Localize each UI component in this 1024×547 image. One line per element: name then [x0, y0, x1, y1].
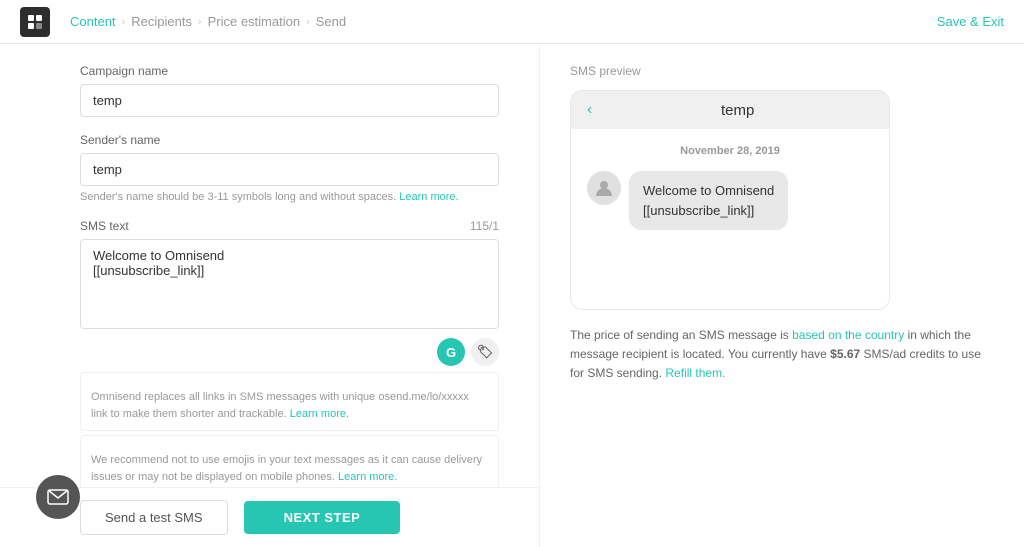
- chat-bubble: Welcome to Omnisend[[unsubscribe_link]]: [629, 171, 788, 230]
- sender-name-input[interactable]: [80, 153, 499, 186]
- sms-count: 115/1: [470, 219, 499, 233]
- sms-emoji-hint: We recommend not to use emojis in your t…: [91, 452, 488, 485]
- breadcrumb-send[interactable]: Send: [316, 14, 346, 29]
- preview-label: SMS preview: [570, 64, 994, 78]
- app-logo: [20, 7, 50, 37]
- credit-amount: $5.67: [830, 347, 860, 361]
- phone-header: ‹ temp: [571, 91, 889, 129]
- phone-back-icon: ‹: [587, 101, 592, 119]
- breadcrumb: Content › Recipients › Price estimation …: [70, 14, 346, 29]
- mail-icon-button[interactable]: [36, 475, 80, 519]
- giphy-button[interactable]: G: [437, 338, 465, 366]
- right-panel: SMS preview ‹ temp November 28, 2019 We: [540, 44, 1024, 547]
- breadcrumb-recipients[interactable]: Recipients: [131, 14, 192, 29]
- sender-name-group: Sender's name Sender's name should be 3-…: [80, 133, 499, 203]
- phone-mockup: ‹ temp November 28, 2019 Welcome to Omni…: [570, 90, 890, 310]
- nav-right: Save & Exit: [937, 14, 1004, 29]
- emoji-learn-more[interactable]: Learn more.: [338, 471, 397, 483]
- breadcrumb-sep-3: ›: [306, 16, 310, 28]
- campaign-name-group: Campaign name: [80, 64, 499, 117]
- sms-tracking-hint-box: Omnisend replaces all links in SMS messa…: [80, 372, 499, 431]
- campaign-name-label: Campaign name: [80, 64, 499, 78]
- breadcrumb-content[interactable]: Content: [70, 14, 116, 29]
- refill-link[interactable]: Refill them.: [665, 366, 725, 380]
- next-step-button[interactable]: NEXT STEP: [244, 501, 401, 534]
- breadcrumb-price[interactable]: Price estimation: [208, 14, 300, 29]
- chat-row: Welcome to Omnisend[[unsubscribe_link]]: [587, 171, 873, 230]
- main-content: Campaign name Sender's name Sender's nam…: [0, 44, 1024, 547]
- sms-text-header: SMS text 115/1: [80, 219, 499, 233]
- chat-avatar: [587, 171, 621, 205]
- sms-text-group: SMS text 115/1 Welcome to Omnisend [[uns…: [80, 219, 499, 494]
- top-navigation: Content › Recipients › Price estimation …: [0, 0, 1024, 44]
- tag-button[interactable]: 🏷: [471, 338, 499, 366]
- sender-hint: Sender's name should be 3-11 symbols lon…: [80, 191, 499, 203]
- sender-name-label: Sender's name: [80, 133, 499, 147]
- send-test-sms-button[interactable]: Send a test SMS: [80, 500, 228, 535]
- chat-date: November 28, 2019: [587, 145, 873, 157]
- sms-text-input[interactable]: Welcome to Omnisend [[unsubscribe_link]]: [80, 239, 499, 329]
- breadcrumb-sep-1: ›: [122, 16, 126, 28]
- bottom-bar: Send a test SMS NEXT STEP: [0, 487, 539, 547]
- sender-hint-link[interactable]: Learn more.: [399, 191, 458, 203]
- phone-body: November 28, 2019 Welcome to Omnisend[[u…: [571, 129, 889, 309]
- phone-contact-name: temp: [602, 102, 873, 119]
- country-link[interactable]: based on the country: [792, 328, 904, 342]
- price-info: The price of sending an SMS message is b…: [570, 326, 994, 384]
- left-panel: Campaign name Sender's name Sender's nam…: [0, 44, 540, 547]
- textarea-tools: G 🏷: [80, 338, 499, 366]
- sms-emoji-hint-box: We recommend not to use emojis in your t…: [80, 435, 499, 494]
- campaign-name-input[interactable]: [80, 84, 499, 117]
- save-exit-button[interactable]: Save & Exit: [937, 14, 1004, 29]
- sms-tracking-hint: Omnisend replaces all links in SMS messa…: [91, 389, 488, 422]
- tracking-learn-more[interactable]: Learn more.: [290, 408, 349, 420]
- sms-text-label: SMS text: [80, 219, 129, 233]
- breadcrumb-sep-2: ›: [198, 16, 202, 28]
